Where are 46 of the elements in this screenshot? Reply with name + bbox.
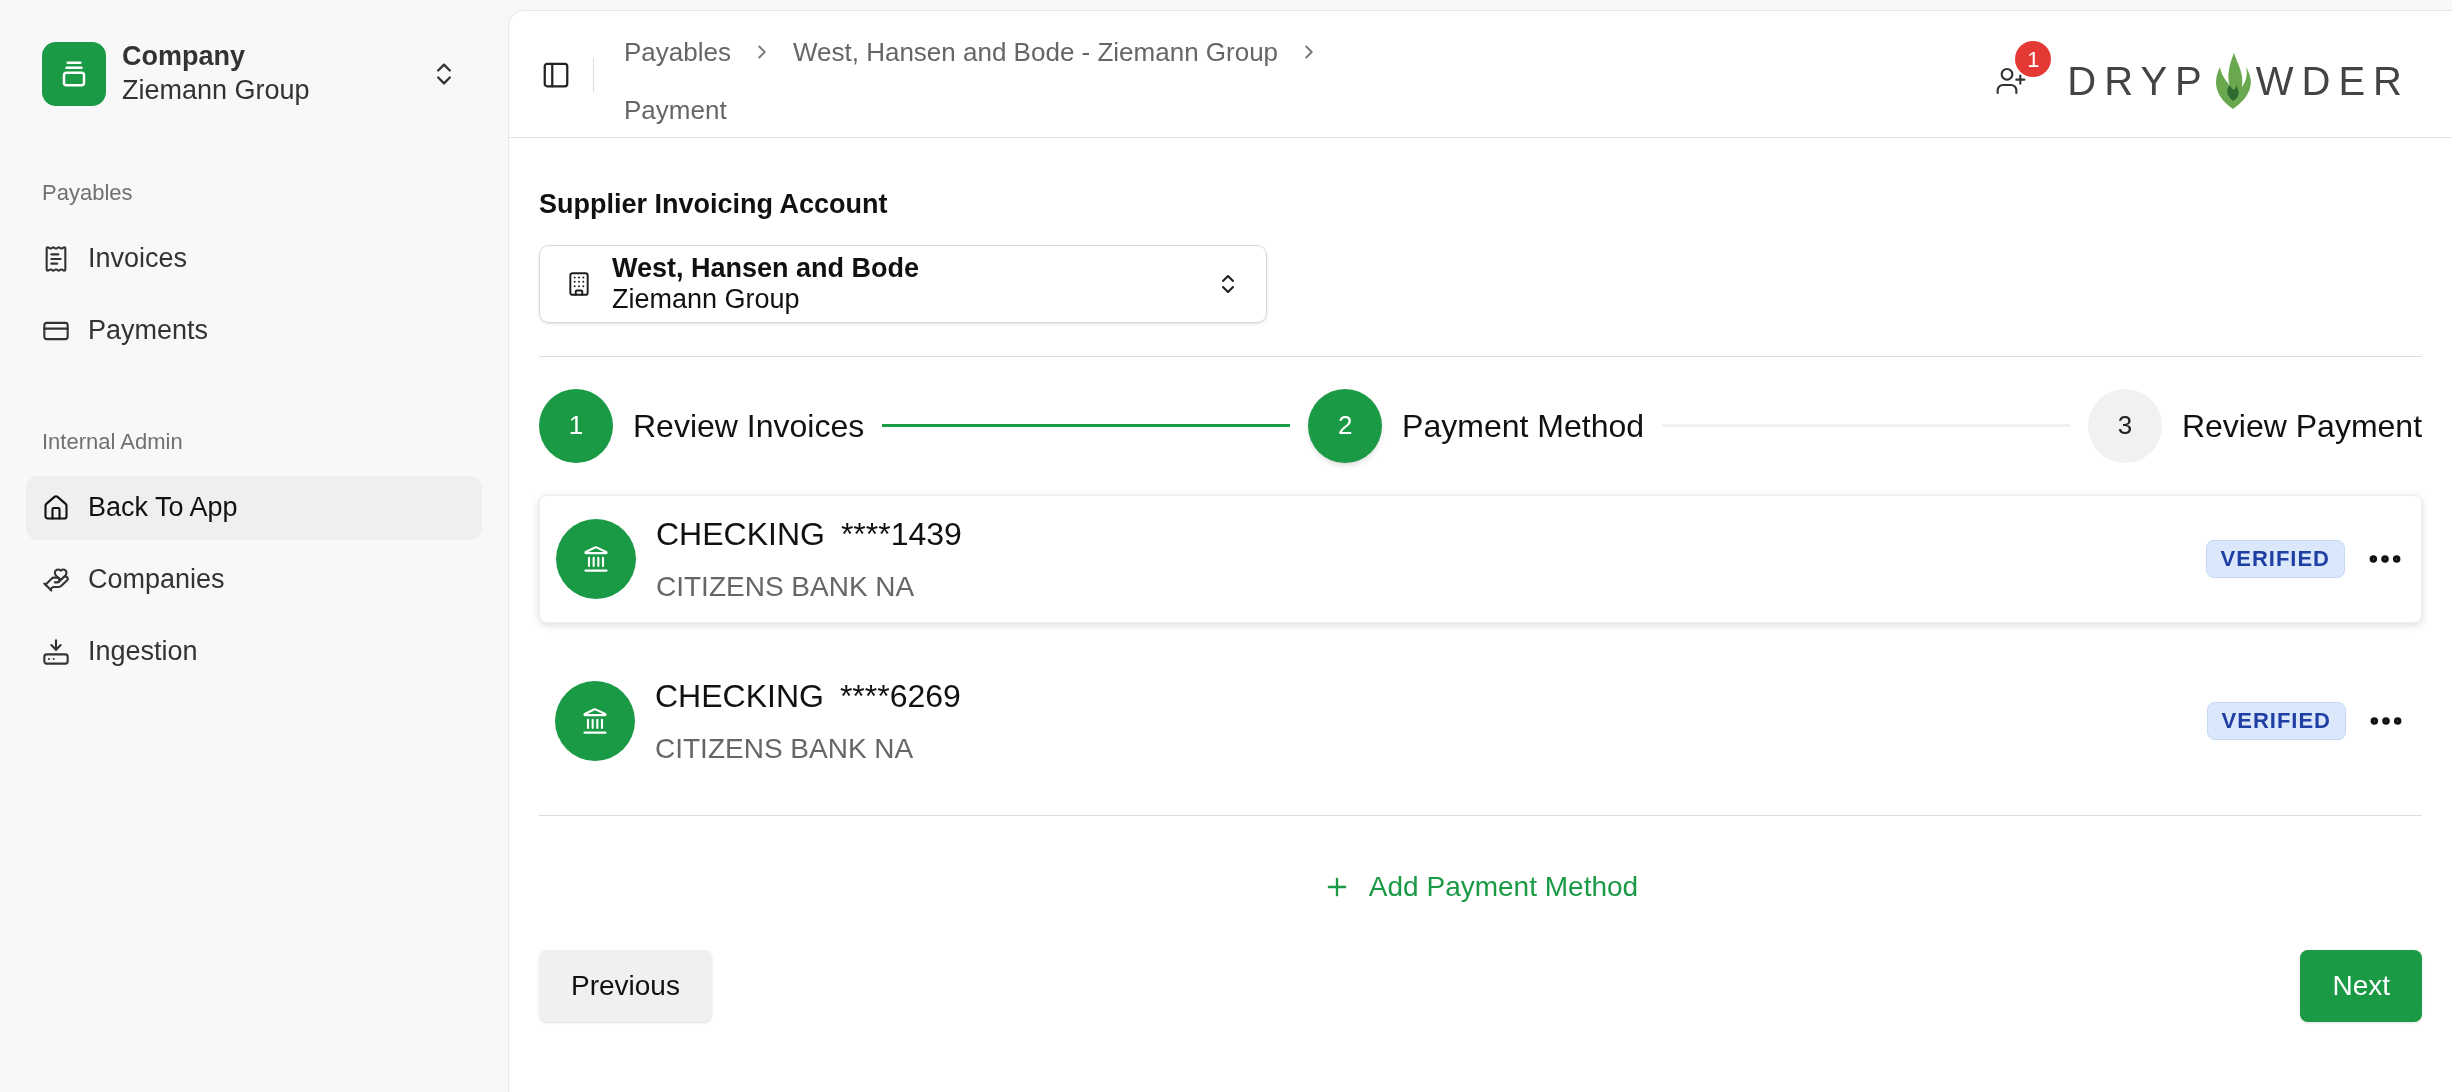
step-number: 3 (2087, 388, 2162, 463)
bank-name: CITIZENS BANK NA (655, 731, 915, 766)
company-name: Ziemann Group (612, 283, 801, 315)
bank-icon (582, 544, 610, 573)
section-heading: Internal Admin (41, 427, 184, 456)
company-name: Ziemann Group (122, 73, 311, 107)
field-label: Supplier Invoicing Account (539, 188, 889, 221)
status-badge: VERIFIED (2205, 539, 2345, 578)
step-number: 1 (539, 388, 613, 463)
sidebar-item[interactable]: Invoices (26, 226, 482, 291)
account-number: ****1439 (840, 514, 962, 554)
sidebar-item[interactable]: Payments (26, 298, 482, 363)
logo-text: DRYP (2067, 58, 2210, 105)
account-type: CHECKING (655, 676, 824, 716)
bank-name: CITIZENS BANK NA (656, 569, 916, 604)
account-name: West, Hansen and Bode (612, 252, 921, 284)
sidebar-item[interactable]: Companies (26, 547, 482, 612)
company-title: Company (122, 40, 247, 73)
home-icon (42, 493, 70, 522)
add-payment-method-link[interactable]: Add Payment Method (1322, 865, 1639, 908)
section-heading: Payables (41, 178, 134, 207)
bank-account-card[interactable]: CHECKING ****6269 CITIZENS BANK NA VERIFIED (539, 656, 2422, 785)
account-type: CHECKING (656, 514, 825, 554)
hand-heart-icon (42, 565, 70, 594)
download-tray-icon (42, 637, 70, 666)
step-label: Review Invoices (633, 406, 865, 446)
logo-text: WDER (2255, 58, 2410, 105)
building-icon (566, 270, 592, 297)
breadcrumb-link[interactable]: West, Hansen and Bode - Ziemann Group (792, 23, 1279, 81)
company-logo (42, 41, 106, 106)
breadcrumb-link[interactable]: Payment (624, 81, 727, 139)
next-button[interactable]: Next (2300, 949, 2422, 1022)
sidebar-item[interactable]: Back To App (26, 475, 482, 540)
step-label: Review Payment (2181, 406, 2422, 446)
step-number: 2 (1308, 388, 1383, 463)
supplier-account-select[interactable]: West, Hansen and Bode Ziemann Group (539, 244, 1267, 323)
account-number: ****6269 (839, 676, 961, 716)
breadcrumb-link[interactable]: Payables (624, 23, 731, 81)
sidebar-item[interactable]: Ingestion (26, 619, 482, 684)
user-plus-icon[interactable] (1995, 65, 2028, 97)
notification-badge: 1 (2015, 41, 2052, 77)
status-badge: VERIFIED (2206, 701, 2346, 740)
bank-icon (581, 706, 609, 735)
step-label: Payment Method (1402, 406, 1644, 446)
bank-account-card[interactable]: CHECKING ****1439 CITIZENS BANK NA VERIFIED (539, 494, 2422, 623)
previous-button[interactable]: Previous (539, 949, 712, 1022)
